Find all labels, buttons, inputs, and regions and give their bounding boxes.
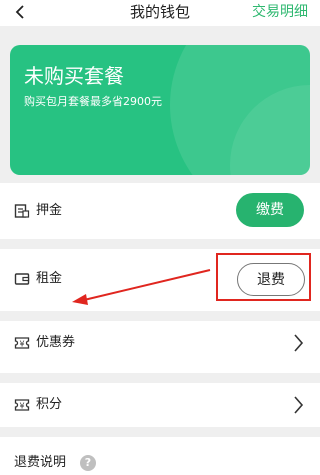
package-promo-card[interactable]: 未购买套餐 购买包月套餐最多省2900元 [10,45,310,175]
coupon-row[interactable]: ¥ 优惠券 [0,321,320,373]
annotation-highlight-box [216,253,311,301]
yen-ticket-icon: ¥ [14,399,30,411]
divider [0,239,320,249]
points-label: 积分 [36,397,63,412]
rent-label: 租金 [36,271,63,286]
pay-button[interactable]: 缴费 [236,193,304,227]
question-icon[interactable]: ? [80,455,96,471]
svg-text:¥: ¥ [19,402,24,411]
divider [0,373,320,383]
coupon-label: 优惠券 [36,335,76,350]
chevron-right-icon [294,396,304,414]
top-nav-bar: 我的钱包 交易明细 [0,0,320,26]
deposit-label: 押金 [36,203,63,218]
wallet-icon [14,273,30,285]
transaction-records-link[interactable]: 交易明细 [252,3,308,21]
refund-note-row[interactable]: 退费说明 [0,437,320,475]
chevron-right-icon [294,334,304,352]
yen-ticket-icon: ¥ [14,337,30,349]
points-row[interactable]: ¥ 积分 [0,383,320,427]
svg-text:¥: ¥ [19,340,24,349]
divider [0,427,320,437]
promo-subtitle: 购买包月套餐最多省2900元 [24,95,162,108]
promo-title: 未购买套餐 [24,64,124,88]
divider [0,311,320,321]
divider [0,26,320,36]
deposit-card-icon [14,204,30,218]
refund-note-label: 退费说明 [14,455,67,470]
